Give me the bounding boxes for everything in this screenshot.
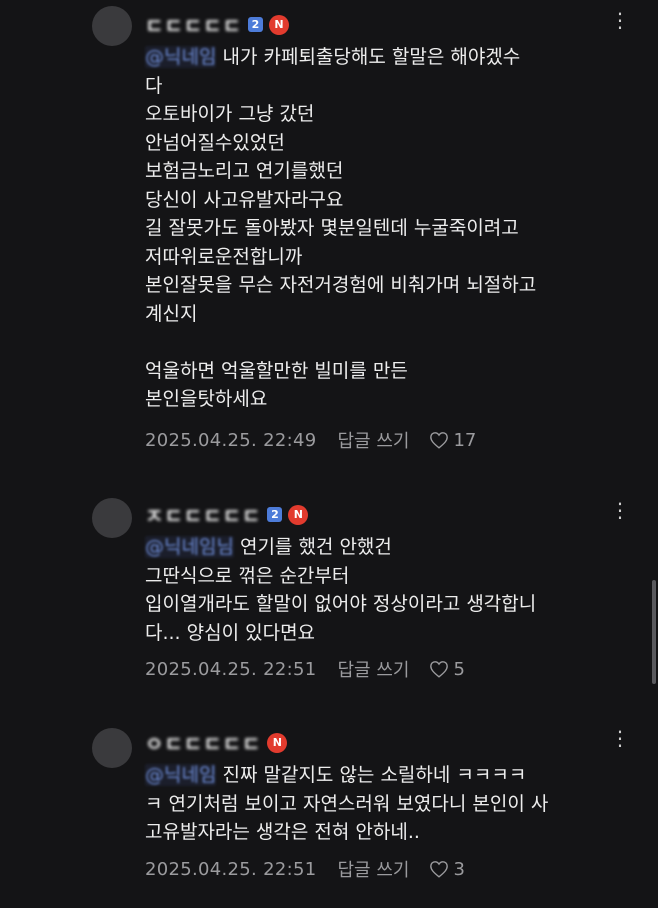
comment-date: 2025.04.25. 22:51	[145, 858, 317, 880]
more-vertical-icon[interactable]: ⋮	[610, 8, 630, 32]
reply-button[interactable]: 답글 쓰기	[337, 856, 409, 882]
comment-body: @닉네임 진짜 말같지도 않는 소릴하네 ㅋㅋㅋㅋ ㅋ 연기처럼 보이고 자연스…	[145, 761, 635, 847]
new-badge: N	[269, 14, 289, 35]
grade-badge: 2	[267, 507, 283, 522]
mention-link[interactable]: @닉네임	[145, 46, 217, 68]
more-vertical-icon[interactable]: ⋮	[610, 726, 630, 750]
comment-username[interactable]: ㅇㄷㄷㄷㄷㄷ	[145, 728, 261, 757]
avatar[interactable]	[92, 498, 132, 538]
comment-date: 2025.04.25. 22:49	[145, 429, 317, 451]
comment-body: @닉네임님 연기를 했건 안했건 그딴식으로 꺾은 순간부터 입이열개라도 할말…	[145, 533, 635, 647]
like-button[interactable]: 5	[429, 658, 465, 680]
new-badge: N	[288, 504, 309, 525]
like-count: 17	[453, 429, 477, 451]
comment-item: ㄷㄷㄷㄷㄷ 2 N ⋮ @닉네임 내가 카페퇴출당해도 할말은 해야겠수 다 오…	[0, 0, 658, 470]
heart-outline-icon	[430, 432, 449, 449]
heart-outline-icon	[430, 861, 449, 878]
comment-item: ㅇㄷㄷㄷㄷㄷ N ⋮ @닉네임 진짜 말같지도 않는 소릴하네 ㅋㅋㅋㅋ ㅋ 연…	[0, 718, 658, 898]
like-button[interactable]: 3	[429, 858, 465, 880]
comment-date: 2025.04.25. 22:51	[145, 658, 317, 680]
heart-outline-icon	[430, 661, 449, 678]
reply-button[interactable]: 답글 쓰기	[337, 427, 409, 453]
like-count: 3	[453, 858, 465, 880]
mention-link[interactable]: @닉네임	[145, 764, 217, 786]
more-vertical-icon[interactable]: ⋮	[610, 498, 630, 522]
comment-body: @닉네임 내가 카페퇴출당해도 할말은 해야겠수 다 오토바이가 그냥 갔던 안…	[145, 43, 635, 414]
comment-item: ㅈㄷㄷㄷㄷㄷ 2 N ⋮ @닉네임님 연기를 했건 안했건 그딴식으로 꺾은 순…	[0, 490, 658, 690]
scrollbar[interactable]	[652, 580, 656, 684]
new-badge: N	[267, 732, 288, 753]
comment-username[interactable]: ㅈㄷㄷㄷㄷㄷ	[145, 500, 261, 529]
comment-text: 내가 카페퇴출당해도 할말은 해야겠수 다 오토바이가 그냥 갔던 안넘어질수있…	[145, 46, 537, 410]
avatar[interactable]	[92, 6, 132, 46]
like-button[interactable]: 17	[429, 430, 476, 451]
comment-username[interactable]: ㄷㄷㄷㄷㄷ	[145, 10, 242, 39]
grade-badge: 2	[248, 17, 263, 32]
avatar[interactable]	[92, 728, 132, 768]
like-count: 5	[453, 658, 465, 680]
reply-button[interactable]: 답글 쓰기	[337, 656, 409, 682]
mention-link[interactable]: @닉네임님	[145, 536, 234, 558]
